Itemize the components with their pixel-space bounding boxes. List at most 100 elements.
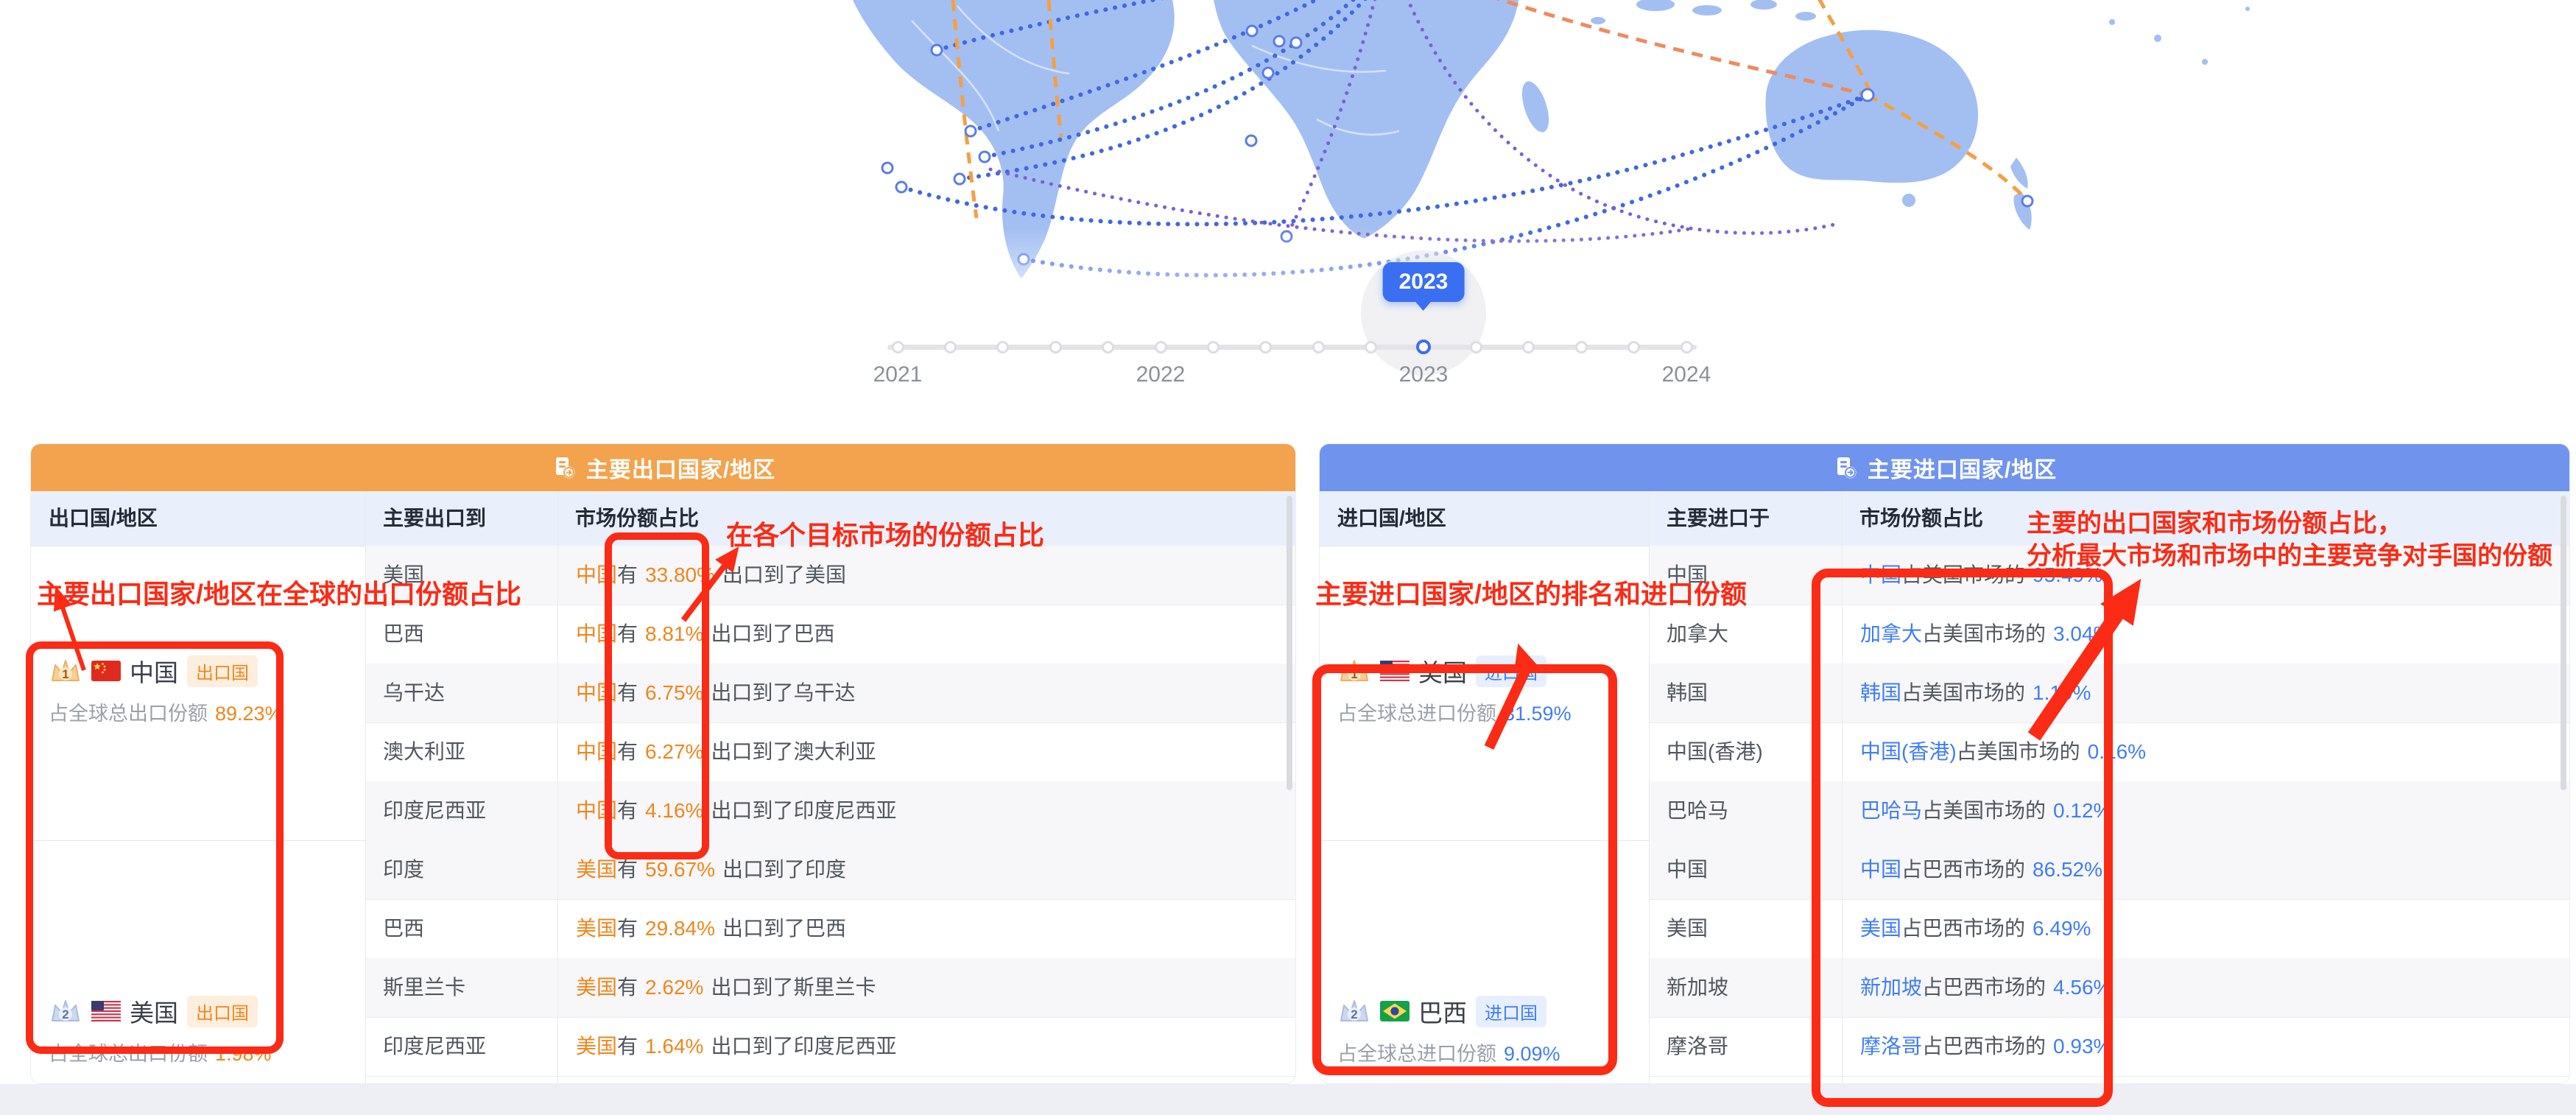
partner-cell: 澳大利亚	[383, 722, 465, 781]
share-percent: 6.27%	[645, 740, 703, 763]
share-percent: 1.19%	[2033, 681, 2091, 704]
svg-text:1: 1	[62, 667, 68, 681]
share-subject: 美国	[576, 1035, 617, 1058]
share-text: 占美国市场的	[1922, 799, 2046, 822]
share-text: 有	[617, 858, 638, 881]
share-subject: 美国	[576, 917, 617, 940]
share-tail: 出口到了巴西	[711, 622, 834, 645]
timeline-year-label[interactable]: 2023	[1399, 362, 1449, 387]
export-table-column-headers: 出口国/地区主要出口到市场份额占比	[31, 491, 1295, 546]
partner-cell: 印度	[383, 840, 424, 899]
continents	[853, 0, 2250, 278]
column-header: 主要进口于	[1667, 491, 1770, 546]
global-share-value: 1.98%	[215, 1043, 272, 1065]
partner-cell: 加拿大	[1667, 605, 1728, 664]
export-table-card: 主要出口国家/地区出口国/地区主要出口到市场份额占比美国 中国有33.80%出口到…	[30, 443, 1296, 1084]
timeline-node-active[interactable]	[1416, 340, 1431, 354]
madagascar-shape	[1517, 78, 1555, 136]
timeline-year-label[interactable]: 2021	[873, 362, 923, 387]
share-percent: 0.12%	[2053, 799, 2111, 822]
share-subject: 新加坡	[1860, 976, 1922, 999]
timeline-node[interactable]	[1681, 341, 1693, 354]
global-share-label: 占全球总进口份额	[1337, 703, 1496, 725]
timeline-year-label[interactable]: 2022	[1136, 362, 1186, 387]
partner-cell: 印度尼西亚	[383, 1017, 486, 1076]
south-america-shape	[853, 0, 1175, 278]
share-tail: 出口到了印度	[722, 858, 846, 881]
trade-dashboard: 20212022202320242023 在各个目标市场的份额占比 主要出口国家…	[0, 0, 2576, 1115]
share-text: 占美国市场的	[1901, 563, 2025, 586]
share-text: 占巴西市场的	[1901, 917, 2025, 940]
timeline-node[interactable]	[1627, 341, 1640, 354]
partner-cell: 摩洛哥	[1667, 1017, 1728, 1076]
partner-cell: 韩国	[1667, 664, 1708, 722]
share-cell: 巴哈马占美国市场的0.12%	[1860, 781, 2119, 840]
share-subject: 美国	[576, 976, 617, 999]
share-text: 有	[617, 563, 638, 586]
timeline-node[interactable]	[1259, 341, 1272, 354]
export-table-title: 主要出口国家/地区	[586, 451, 775, 484]
share-percent: 6.49%	[2033, 917, 2091, 940]
share-percent: 4.56%	[2053, 976, 2111, 999]
timeline-node[interactable]	[1207, 341, 1220, 354]
svg-text:2: 2	[1351, 1007, 1357, 1021]
role-badge: 进口国	[1476, 655, 1546, 687]
usa-flag-icon	[1380, 661, 1410, 681]
import-table-body: 中国中国占美国市场的95.49%加拿大加拿大占美国市场的3.04%韩国韩国占美国…	[1320, 546, 2569, 1083]
timeline-node[interactable]	[1575, 341, 1588, 354]
share-cell: 美国占巴西市场的 6.49%	[1860, 899, 2098, 958]
global-share-label: 占全球总出口份额	[49, 703, 208, 725]
share-tail: 出口到了印度尼西亚	[711, 1035, 896, 1058]
timeline-node[interactable]	[1049, 341, 1062, 354]
share-cell: 新加坡占巴西市场的4.56%	[1860, 958, 2119, 1017]
partner-cell: 斯里兰卡	[383, 958, 465, 1017]
share-percent: 2.62%	[645, 976, 703, 999]
scrollbar-thumb[interactable]	[1287, 496, 1292, 790]
partner-cell: 巴哈马	[1667, 781, 1728, 840]
rank-badge-icon: 2	[49, 999, 82, 1024]
country-name: 美国	[130, 993, 178, 1029]
timeline-node[interactable]	[996, 341, 1009, 354]
column-header: 主要出口到	[383, 491, 486, 546]
share-percent: 4.16%	[645, 799, 703, 822]
share-subject: 中国	[576, 622, 617, 645]
row-divider	[365, 1076, 1296, 1077]
share-percent: 1.64%	[645, 1035, 703, 1058]
timeline-node[interactable]	[1312, 341, 1325, 354]
world-map	[0, 0, 2576, 412]
scrollbar-thumb[interactable]	[2561, 496, 2566, 790]
export-table-body: 美国中国有33.80%出口到了美国巴西中国有8.81%出口到了巴西乌干达中国有6…	[31, 546, 1295, 1083]
share-text: 有	[617, 622, 638, 645]
share-subject: 中国	[1860, 563, 1901, 586]
share-subject: 中国	[576, 799, 617, 822]
share-text: 占美国市场的	[1922, 622, 2046, 645]
share-subject: 美国	[1860, 917, 1901, 940]
timeline-node[interactable]	[1365, 341, 1377, 354]
share-text: 占美国市场的	[1901, 681, 2025, 704]
share-subject: 摩洛哥	[1860, 1035, 1922, 1058]
share-cell: 中国有33.80%出口到了美国	[576, 546, 846, 605]
tasmania-shape	[1902, 194, 1915, 207]
share-cell: 摩洛哥占巴西市场的0.93%	[1860, 1017, 2119, 1076]
table-row	[1649, 899, 2570, 958]
trade-flow-lines	[901, 0, 2027, 275]
timeline-node[interactable]	[1522, 341, 1535, 354]
share-subject: 加拿大	[1860, 622, 1922, 645]
role-badge: 出口国	[187, 655, 258, 687]
flow-endpoints	[882, 26, 2033, 264]
share-percent: 59.67%	[645, 858, 715, 881]
report-list-icon	[551, 454, 577, 481]
timeline-node[interactable]	[1470, 341, 1482, 354]
timeline-year-label[interactable]: 2024	[1662, 362, 1711, 387]
timeline-node[interactable]	[892, 341, 904, 354]
china-flag-icon	[91, 661, 121, 681]
global-share-label: 占全球总出口份额	[49, 1043, 208, 1065]
usa-flag-icon	[91, 1001, 121, 1021]
share-cell: 中国有6.75%出口到了乌干达	[576, 664, 855, 722]
timeline-node[interactable]	[944, 341, 957, 354]
timeline-node[interactable]	[1155, 341, 1167, 354]
global-share-value: 9.09%	[1504, 1043, 1560, 1065]
global-share-label: 占全球总进口份额	[1337, 1043, 1496, 1065]
annotation-market-share-note: 在各个目标市场的份额占比	[726, 514, 1044, 552]
timeline-node[interactable]	[1102, 341, 1114, 354]
